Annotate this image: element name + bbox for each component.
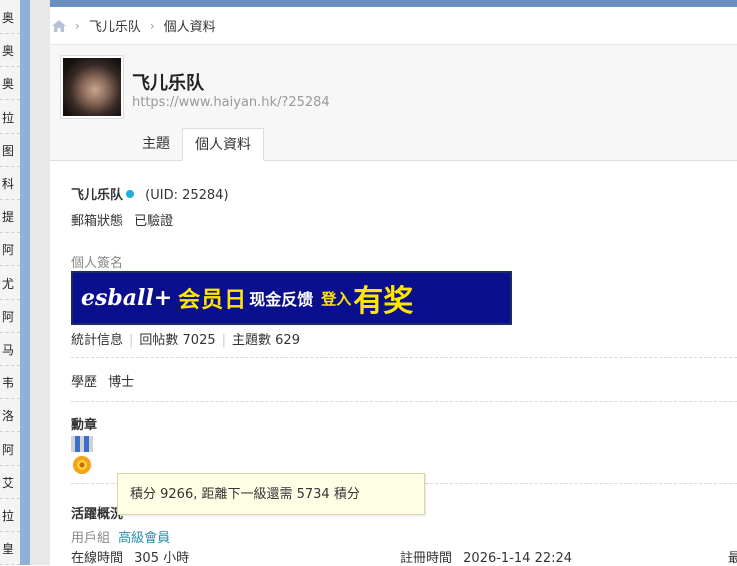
education-row: 學歷 博士 (71, 371, 134, 390)
left-list-separator (0, 265, 20, 267)
page-gutter (30, 0, 50, 565)
divider (71, 357, 737, 358)
left-list-item[interactable]: 皇 (2, 540, 20, 560)
left-list-separator (0, 232, 20, 234)
left-list-item[interactable]: 奥 (2, 9, 20, 29)
left-list-item[interactable]: 阿 (2, 241, 20, 261)
left-list-separator (0, 398, 20, 400)
divider (71, 401, 737, 402)
left-list-separator (0, 464, 20, 466)
left-side-list: 奥奥奥拉图科提阿尤阿马韦洛阿艾拉皇 (0, 0, 31, 565)
email-status-value: 已驗證 (134, 214, 174, 229)
user-line: 飞儿乐队 (UID: 25284) (71, 184, 229, 203)
breadcrumb-user-link[interactable]: 飞儿乐队 (89, 16, 141, 35)
left-list-separator (0, 365, 20, 366)
medal-icon[interactable] (71, 436, 93, 476)
left-list-item[interactable]: 韦 (2, 374, 20, 394)
left-list-item[interactable]: 拉 (2, 507, 20, 527)
left-list-separator (0, 99, 20, 101)
left-list-item[interactable]: 图 (2, 142, 20, 162)
left-list-item[interactable]: 洛 (2, 407, 20, 427)
online-status-icon (126, 190, 135, 198)
tab-profile[interactable]: 個人資料 (182, 128, 264, 161)
activity-label: 活躍概況 (71, 507, 124, 522)
banner-text-3: 登入 (321, 289, 352, 308)
left-list-item[interactable]: 提 (2, 208, 20, 228)
truncated-label: 最 (728, 551, 737, 566)
left-list-separator (0, 33, 20, 34)
left-list-separator (0, 66, 20, 68)
profile-header: 飞儿乐队 https://www.haiyan.hk/?25284 主題 個人資… (50, 45, 737, 161)
breadcrumb-separator: › (149, 18, 155, 33)
online-time-value: 305 小時 (134, 551, 190, 566)
left-list-separator (0, 298, 20, 300)
breadcrumb: › 飞儿乐队 › 個人資料 (50, 7, 737, 45)
banner-text-4: 有奖 (353, 284, 414, 319)
content-username: 飞儿乐队 (71, 188, 124, 203)
online-time-row: 在線時間 305 小時 (71, 547, 189, 566)
left-list-item[interactable]: 阿 (2, 308, 20, 328)
profile-url[interactable]: https://www.haiyan.hk/?25284 (132, 95, 330, 110)
left-list-separator (0, 431, 20, 433)
threads-count-link[interactable]: 主題數 629 (232, 333, 300, 348)
medals-label: 勳章 (71, 418, 98, 433)
left-list-separator (0, 497, 20, 499)
breadcrumb-separator: › (75, 18, 80, 33)
left-list-separator (0, 531, 20, 532)
banner-brand: esball+ (81, 285, 173, 311)
banner-text-2: 现金反馈 (249, 290, 314, 309)
user-group-link[interactable]: 高級會員 (118, 531, 170, 546)
posts-count-link[interactable]: 回帖數 7025 (139, 333, 215, 348)
profile-name: 飞儿乐队 (132, 73, 204, 94)
left-list-separator (0, 165, 20, 167)
left-list-separator (0, 199, 20, 200)
stats-label: 統計信息 (71, 333, 124, 348)
left-list-separator (0, 132, 20, 134)
email-status-label: 郵箱狀態 (71, 214, 124, 229)
education-label: 學歷 (71, 375, 98, 390)
left-list-item[interactable]: 拉 (2, 109, 20, 129)
left-list-item[interactable]: 尤 (2, 275, 20, 295)
register-time-row: 註冊時間 2026-1-14 22:24 (400, 547, 572, 566)
email-status-row: 郵箱狀態 已驗證 (71, 210, 173, 229)
education-value: 博士 (108, 375, 135, 390)
register-time-label: 註冊時間 (400, 551, 453, 566)
left-list-item[interactable]: 马 (2, 341, 20, 361)
profile-tabs: 主題 個人資料 (130, 128, 264, 161)
left-list-item[interactable]: 奥 (2, 75, 20, 95)
credits-tooltip: 積分 9266, 距離下一級還需 5734 積分 (117, 473, 425, 515)
register-time-value: 2026-1-14 22:24 (463, 551, 573, 566)
left-list-item[interactable]: 奥 (2, 42, 20, 62)
user-group-label: 用戶組 (71, 531, 111, 546)
banner-text-1: 会员日 (178, 288, 248, 313)
top-nav-bar (50, 0, 737, 7)
user-group-row: 用戶組 高級會員 (71, 527, 170, 546)
uid-text: (UID: 25284) (145, 188, 229, 203)
breadcrumb-current: 個人資料 (163, 20, 216, 35)
left-list-separator (0, 331, 20, 333)
avatar[interactable] (60, 55, 124, 119)
left-list-item[interactable]: 艾 (2, 474, 20, 494)
left-list-item[interactable]: 科 (2, 175, 20, 195)
left-list-item[interactable]: 阿 (2, 441, 20, 461)
left-strip-edge (20, 0, 30, 565)
online-time-label: 在線時間 (71, 551, 124, 566)
signature-label: 個人簽名 (71, 256, 124, 271)
signature-banner-image[interactable]: esball+ 会员日 现金反馈 登入 有奖 (71, 271, 512, 325)
home-icon[interactable] (52, 19, 66, 32)
stats-row: 統計信息 | 回帖數 7025 | 主題數 629 (71, 333, 300, 348)
tab-threads[interactable]: 主題 (130, 128, 182, 160)
